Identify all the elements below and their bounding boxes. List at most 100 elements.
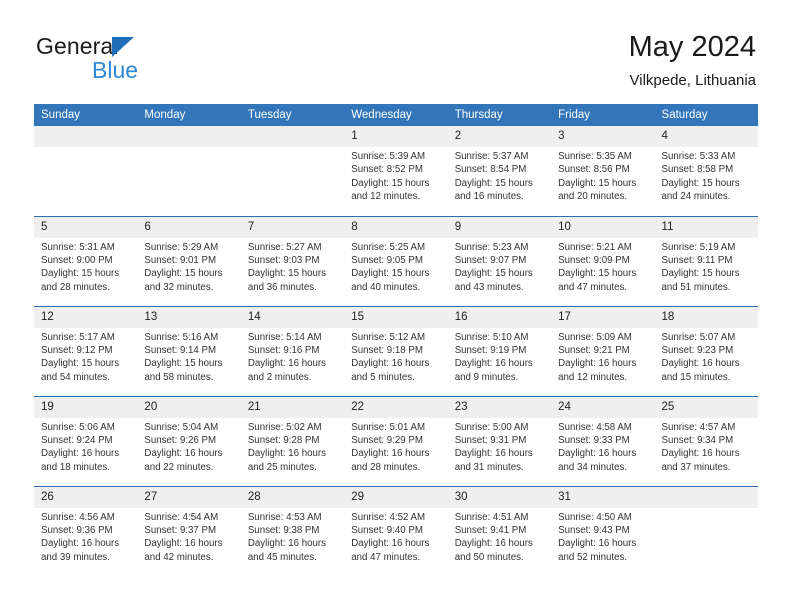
day-details: Sunrise: 5:00 AM Sunset: 9:31 PM Daylight:… — [448, 418, 551, 475]
sunset-line: Sunset: 9:24 PM — [41, 434, 113, 446]
day-cell-15[interactable]: 15 Sunrise: 5:12 AM Sunset: 9:18 PM Dayligh… — [344, 305, 448, 396]
day-cell-25[interactable]: 25 Sunrise: 4:57 AM Sunset: 9:34 PM Dayligh… — [654, 395, 758, 486]
day-cell-9[interactable]: 9 Sunrise: 5:23 AM Sunset: 9:07 PM Daylight… — [447, 215, 552, 306]
day-cell-4[interactable]: 4 Sunrise: 5:33 AM Sunset: 8:58 PM Daylight… — [654, 126, 758, 216]
sunset-line: Sunset: 9:38 PM — [247, 524, 320, 536]
calendar-week-row: 5 Sunrise: 5:31 AM Sunset: 9:00 PM Daylight… — [34, 215, 758, 306]
sunrise-sunset-calendar-table: Sunday Monday Tuesday Wednesday Thursday Frid… — [34, 104, 758, 576]
day-details: Sunrise: 5:01 AM Sunset: 9:29 PM Daylight:… — [344, 418, 447, 475]
day-details: Sunrise: 4:56 AM Sunset: 9:36 PM Daylight:… — [34, 508, 137, 565]
weekday-header-sunday: Sunday — [34, 104, 138, 126]
day-details: Sunrise: 4:52 AM Sunset: 9:40 PM Daylight:… — [344, 508, 447, 565]
day-cell-30[interactable]: 30 Sunrise: 4:51 AM Sunset: 9:41 PM Dayligh… — [447, 485, 552, 576]
daylight-line-2: and 31 minutes. — [454, 461, 524, 473]
sunrise-line: Sunrise: 5:37 AM — [454, 151, 529, 162]
day-details: Sunrise: 5:25 AM Sunset: 9:05 PM Daylight:… — [344, 238, 447, 295]
page-header: General Blue May 2024 Vilkpede, Lithuani… — [0, 0, 792, 100]
daylight-line-2: and 16 minutes. — [454, 191, 524, 203]
day-cell-3[interactable]: 3 Sunrise: 5:35 AM Sunset: 8:56 PM Daylight… — [551, 126, 655, 216]
day-cell-21[interactable]: 21 Sunrise: 5:02 AM Sunset: 9:28 PM Dayligh… — [240, 395, 345, 486]
day-number: 15 — [344, 306, 448, 328]
day-number: 25 — [654, 396, 758, 418]
day-cell-14[interactable]: 14 Sunrise: 5:14 AM Sunset: 9:16 PM Dayligh… — [240, 305, 345, 396]
day-cell-24[interactable]: 24 Sunrise: 4:58 AM Sunset: 9:33 PM Dayligh… — [551, 395, 655, 486]
weekday-header-monday: Monday — [137, 104, 241, 126]
sunrise-line: Sunrise: 4:53 AM — [247, 511, 322, 523]
logo-text-general: General — [36, 33, 119, 59]
day-cell-27[interactable]: 27 Sunrise: 4:54 AM Sunset: 9:37 PM Dayligh… — [137, 485, 241, 576]
day-details: Sunrise: 5:06 AM Sunset: 9:24 PM Daylight:… — [34, 418, 137, 475]
daylight-line-2: and 28 minutes. — [41, 281, 110, 293]
day-details: Sunrise: 5:23 AM Sunset: 9:07 PM Daylight:… — [448, 238, 551, 295]
calendar-week-row: 19 Sunrise: 5:06 AM Sunset: 9:24 PM Dayligh… — [34, 395, 758, 486]
daylight-line-2: and 40 minutes. — [351, 281, 421, 293]
day-number: 19 — [34, 396, 138, 418]
sunset-line: Sunset: 8:58 PM — [661, 164, 734, 176]
day-cell-5[interactable]: 5 Sunrise: 5:31 AM Sunset: 9:00 PM Daylight… — [34, 215, 138, 306]
day-cell-7[interactable]: 7 Sunrise: 5:27 AM Sunset: 9:03 PM Daylight… — [240, 215, 345, 306]
sunrise-line: Sunrise: 5:09 AM — [558, 331, 632, 343]
sunrise-line: Sunrise: 5:17 AM — [41, 331, 115, 343]
sunrise-line: Sunrise: 5:19 AM — [661, 241, 736, 253]
day-cell-20[interactable]: 20 Sunrise: 5:04 AM Sunset: 9:26 PM Dayligh… — [137, 395, 241, 486]
day-number: 6 — [137, 216, 241, 238]
daylight-line-2: and 20 minutes. — [558, 191, 628, 203]
daylight-line-1: Daylight: 16 hours — [247, 448, 326, 460]
day-details: Sunrise: 5:14 AM Sunset: 9:16 PM Daylight:… — [241, 328, 344, 385]
daylight-line-2: and 34 minutes. — [558, 461, 628, 473]
day-cell-28[interactable]: 28 Sunrise: 4:53 AM Sunset: 9:38 PM Dayligh… — [240, 485, 345, 576]
day-number: 17 — [551, 306, 655, 328]
daylight-line-1: Daylight: 16 hours — [247, 358, 326, 370]
day-number: 20 — [137, 396, 241, 418]
weekday-header-friday: Friday — [551, 104, 655, 126]
day-details: Sunrise: 5:19 AM Sunset: 9:11 PM Daylight:… — [655, 238, 758, 295]
day-cell-2[interactable]: 2 Sunrise: 5:37 AM Sunset: 8:54 PM Daylight… — [447, 126, 552, 216]
day-cell-26[interactable]: 26 Sunrise: 4:56 AM Sunset: 9:36 PM Dayligh… — [34, 485, 138, 576]
daylight-line-2: and 5 minutes. — [351, 371, 415, 383]
day-details: Sunrise: 5:35 AM Sunset: 8:56 PM Daylight:… — [551, 147, 654, 204]
daylight-line-1: Daylight: 16 hours — [454, 538, 533, 550]
sunrise-line: Sunrise: 4:58 AM — [558, 421, 632, 433]
daylight-line-1: Daylight: 16 hours — [661, 448, 740, 460]
day-cell-31[interactable]: 31 Sunrise: 4:50 AM Sunset: 9:43 PM Dayligh… — [551, 485, 655, 576]
day-cell-19[interactable]: 19 Sunrise: 5:06 AM Sunset: 9:24 PM Dayligh… — [34, 395, 138, 486]
sunrise-line: Sunrise: 4:52 AM — [351, 511, 426, 523]
daylight-line-2: and 43 minutes. — [454, 281, 524, 293]
day-details: Sunrise: 4:57 AM Sunset: 9:34 PM Daylight:… — [655, 418, 758, 475]
day-cell-13[interactable]: 13 Sunrise: 5:16 AM Sunset: 9:14 PM Dayligh… — [137, 305, 241, 396]
daylight-line-2: and 50 minutes. — [454, 551, 524, 563]
sunrise-line: Sunrise: 4:50 AM — [558, 511, 632, 523]
day-cell-1[interactable]: 1 Sunrise: 5:39 AM Sunset: 8:52 PM Daylight… — [344, 126, 448, 216]
day-cell-11[interactable]: 11 Sunrise: 5:19 AM Sunset: 9:11 PM Dayligh… — [654, 215, 758, 306]
sunset-line: Sunset: 9:05 PM — [351, 254, 423, 266]
daylight-line-1: Daylight: 16 hours — [558, 358, 637, 370]
daylight-line-1: Daylight: 16 hours — [247, 538, 326, 550]
daylight-line-1: Daylight: 16 hours — [351, 358, 430, 370]
day-cell-29[interactable]: 29 Sunrise: 4:52 AM Sunset: 9:40 PM Dayligh… — [344, 485, 448, 576]
day-cell-10[interactable]: 10 Sunrise: 5:21 AM Sunset: 9:09 PM Dayligh… — [551, 215, 655, 306]
day-cell-18[interactable]: 18 Sunrise: 5:07 AM Sunset: 9:23 PM Dayligh… — [654, 305, 758, 396]
day-cell-16[interactable]: 16 Sunrise: 5:10 AM Sunset: 9:19 PM Dayligh… — [447, 305, 552, 396]
sunset-line: Sunset: 9:01 PM — [144, 254, 217, 266]
day-cell-22[interactable]: 22 Sunrise: 5:01 AM Sunset: 9:29 PM Dayligh… — [344, 395, 448, 486]
sunrise-line: Sunrise: 5:31 AM — [41, 241, 115, 253]
day-cell-8[interactable]: 8 Sunrise: 5:25 AM Sunset: 9:05 PM Daylight… — [344, 215, 448, 306]
day-number: 30 — [447, 486, 552, 508]
daylight-line-2: and 24 minutes. — [661, 191, 731, 203]
sunrise-line: Sunrise: 4:51 AM — [454, 511, 529, 523]
daylight-line-2: and 18 minutes. — [41, 461, 110, 473]
sunset-line: Sunset: 9:07 PM — [454, 254, 527, 266]
general-blue-logo[interactable]: General Blue — [36, 33, 276, 89]
daylight-line-2: and 36 minutes. — [247, 281, 317, 293]
sunset-line: Sunset: 9:28 PM — [247, 434, 320, 446]
day-cell-17[interactable]: 17 Sunrise: 5:09 AM Sunset: 9:21 PM Dayligh… — [551, 305, 655, 396]
day-cell-23[interactable]: 23 Sunrise: 5:00 AM Sunset: 9:31 PM Dayligh… — [447, 395, 552, 486]
daylight-line-1: Daylight: 16 hours — [558, 448, 637, 460]
day-details: Sunrise: 5:07 AM Sunset: 9:23 PM Daylight:… — [655, 328, 758, 385]
day-cell-6[interactable]: 6 Sunrise: 5:29 AM Sunset: 9:01 PM Daylight… — [137, 215, 241, 306]
day-number: 24 — [551, 396, 655, 418]
day-number: 5 — [34, 216, 138, 238]
day-details: Sunrise: 5:31 AM Sunset: 9:00 PM Daylight:… — [34, 238, 137, 295]
daylight-line-2: and 52 minutes. — [558, 551, 628, 563]
day-cell-12[interactable]: 12 Sunrise: 5:17 AM Sunset: 9:12 PM Dayligh… — [34, 305, 138, 396]
